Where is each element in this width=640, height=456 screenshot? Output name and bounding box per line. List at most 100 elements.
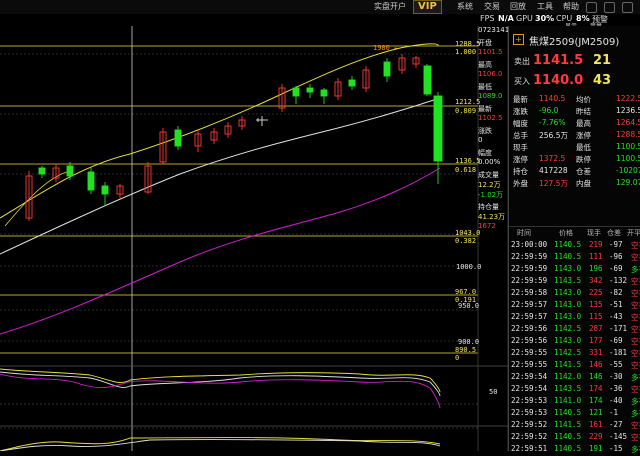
tick-price: 1140.5 xyxy=(554,432,582,441)
tick-price: 1140.5 xyxy=(554,240,582,249)
fps-label: FPS xyxy=(480,14,495,23)
bar-info-item: 持仓量 xyxy=(478,203,499,211)
close-icon[interactable] xyxy=(622,2,633,13)
tick-row[interactable]: 22:59:56 1142.5 287 -171空平 xyxy=(509,324,640,336)
tick-time: 22:59:59 xyxy=(511,252,548,261)
bar-info-item: 41.23万 xyxy=(478,213,506,221)
tick-row[interactable]: 23:00:00 1140.5 219 -97 空平 xyxy=(509,240,640,252)
tick-time: 22:59:56 xyxy=(511,324,548,333)
stat-value: 1100.5 xyxy=(616,154,640,163)
tick-row[interactable]: 22:59:55 1142.5 331 -181空平 xyxy=(509,348,640,360)
menu-system[interactable]: 系统 xyxy=(457,1,473,12)
tick-time: 22:59:55 xyxy=(511,348,548,357)
tick-row[interactable]: 22:59:58 1143.0 225 -82 空平 xyxy=(509,288,640,300)
fps-value: N/A xyxy=(498,14,514,23)
menu-open-account[interactable]: 实盘开户 xyxy=(374,1,406,12)
scale-tick-1000: 1000.0 xyxy=(456,263,482,271)
tick-row[interactable]: 22:59:57 1143.0 135 -51 空平 xyxy=(509,300,640,312)
tick-row[interactable]: 22:59:59 1143.0 196 -69 多平 xyxy=(509,264,640,276)
menu-help[interactable]: 帮助 xyxy=(563,1,579,12)
scale-p4-price: 1043.0 xyxy=(455,229,481,237)
tick-time: 22:59:58 xyxy=(511,288,548,297)
tick-price: 1143.0 xyxy=(554,288,582,297)
scale-top-ratio: 1.000 xyxy=(455,48,477,56)
tick-row[interactable]: 22:59:54 1143.5 174 -36 空平 xyxy=(509,384,640,396)
contract-title[interactable]: 焦煤2509(JM2509) xyxy=(529,33,619,48)
bar-info-item: -1.02万 xyxy=(478,191,504,199)
tick-volume: 229 xyxy=(589,432,603,441)
tick-price: 1141.0 xyxy=(554,396,582,405)
stat-value: 417228 xyxy=(539,166,568,175)
tick-type: 多平 xyxy=(631,397,640,406)
tick-volume: 177 xyxy=(589,336,603,345)
tick-row[interactable]: 22:59:53 1140.5 121 -1 多平 xyxy=(509,408,640,420)
stat-value: 127.5万 xyxy=(539,179,568,188)
tick-row[interactable]: 22:59:59 1143.5 342 -132空平 xyxy=(509,276,640,288)
tick-row[interactable]: 22:59:52 1141.5 161 -27 空平 xyxy=(509,420,640,432)
bar-info-item: 1089.0 xyxy=(478,92,503,100)
stat-value: 1236.5 xyxy=(616,106,640,115)
tick-row[interactable]: 22:59:51 1140.5 191 -15 多平 xyxy=(509,444,640,456)
scale-p4-ratio: 0.382 xyxy=(455,237,477,245)
stat-row: 最新 1140.5 均价 1222.5 xyxy=(509,94,640,105)
tick-type: 空平 xyxy=(631,253,640,262)
tick-type: 空平 xyxy=(631,361,640,370)
menu-trade[interactable]: 交易 xyxy=(484,1,500,12)
col-time: 时间 xyxy=(517,229,531,237)
tick-oi-change: -55 xyxy=(609,360,623,369)
menu-replay[interactable]: 回放 xyxy=(510,1,526,12)
tick-type: 多平 xyxy=(631,265,640,274)
tick-type: 空平 xyxy=(631,241,640,250)
vip-button[interactable]: VIP xyxy=(413,0,442,14)
tick-price: 1142.0 xyxy=(554,372,582,381)
stat-label: 总手 xyxy=(513,131,528,140)
tick-volume: 342 xyxy=(589,276,603,285)
tick-time: 22:59:57 xyxy=(511,300,548,309)
ask-row[interactable]: 卖出 1141.5 21 xyxy=(509,52,640,70)
tick-oi-change: -145 xyxy=(609,432,628,441)
tick-oi-change: -97 xyxy=(609,240,623,249)
tick-time: 22:59:57 xyxy=(511,312,548,321)
bar-info-item: 最低 xyxy=(478,83,492,91)
tick-price: 1143.0 xyxy=(554,264,582,273)
tick-row[interactable]: 22:59:54 1142.0 146 -30 多平 xyxy=(509,372,640,384)
bar-info-item: 涨跌 xyxy=(478,127,492,135)
menu-bar: 实盘开户 VIP 系统 交易 回放 工具 帮助 xyxy=(0,0,640,15)
tick-type: 空平 xyxy=(631,289,640,298)
tick-type: 空平 xyxy=(631,301,640,310)
tick-oi-change: -36 xyxy=(609,384,623,393)
maximize-icon[interactable] xyxy=(604,2,615,13)
tick-price: 1142.5 xyxy=(554,348,582,357)
tick-type: 空平 xyxy=(631,277,640,286)
stat-row: 总手 256.5万 涨停 1288.5 xyxy=(509,130,640,141)
tick-volume: 331 xyxy=(589,348,603,357)
tick-price: 1140.5 xyxy=(554,444,582,453)
tick-row[interactable]: 22:59:52 1140.5 229 -145空平 xyxy=(509,432,640,444)
stat-label: 最低 xyxy=(576,143,591,152)
tick-volume: 225 xyxy=(589,288,603,297)
bid-row[interactable]: 买入 1140.0 43 xyxy=(509,72,640,90)
minimize-icon[interactable] xyxy=(586,2,597,13)
col-vol: 现手 xyxy=(587,229,601,237)
tick-row[interactable]: 22:59:59 1140.5 111 -96 空平 xyxy=(509,252,640,264)
tick-volume: 174 xyxy=(589,396,603,405)
tick-row[interactable]: 22:59:53 1141.0 174 -40 多平 xyxy=(509,396,640,408)
bar-info-item: 0 xyxy=(478,136,483,144)
tick-table-header: 时间 价格 现手 仓差 开平 xyxy=(509,226,640,239)
tick-volume: 191 xyxy=(589,444,603,453)
stat-label: 仓差 xyxy=(576,167,591,176)
stat-value: 1140.5 xyxy=(539,94,566,103)
tick-type: 空平 xyxy=(631,337,640,346)
menu-tools[interactable]: 工具 xyxy=(537,1,553,12)
tick-row[interactable]: 22:59:55 1141.5 146 -55 空平 xyxy=(509,360,640,372)
stat-label: 持仓 xyxy=(513,167,528,176)
add-icon[interactable]: + xyxy=(513,34,524,45)
stat-value: 1222.5 xyxy=(616,94,640,103)
kline-chart[interactable]: 1288.5 1.000 1980 ← 1212.5 0.809 1136.5 … xyxy=(0,26,509,452)
tick-price: 1143.0 xyxy=(554,336,582,345)
quote-panel: + 焦煤2509(JM2509) 卖出 1141.5 21 买入 1140.0 … xyxy=(508,26,640,454)
tick-volume: 174 xyxy=(589,384,603,393)
tick-row[interactable]: 22:59:56 1143.0 177 -69 空平 xyxy=(509,336,640,348)
tick-row[interactable]: 22:59:57 1143.0 115 -43 空平 xyxy=(509,312,640,324)
stat-row: 幅度 -7.76% 最高 1264.5 xyxy=(509,118,640,129)
